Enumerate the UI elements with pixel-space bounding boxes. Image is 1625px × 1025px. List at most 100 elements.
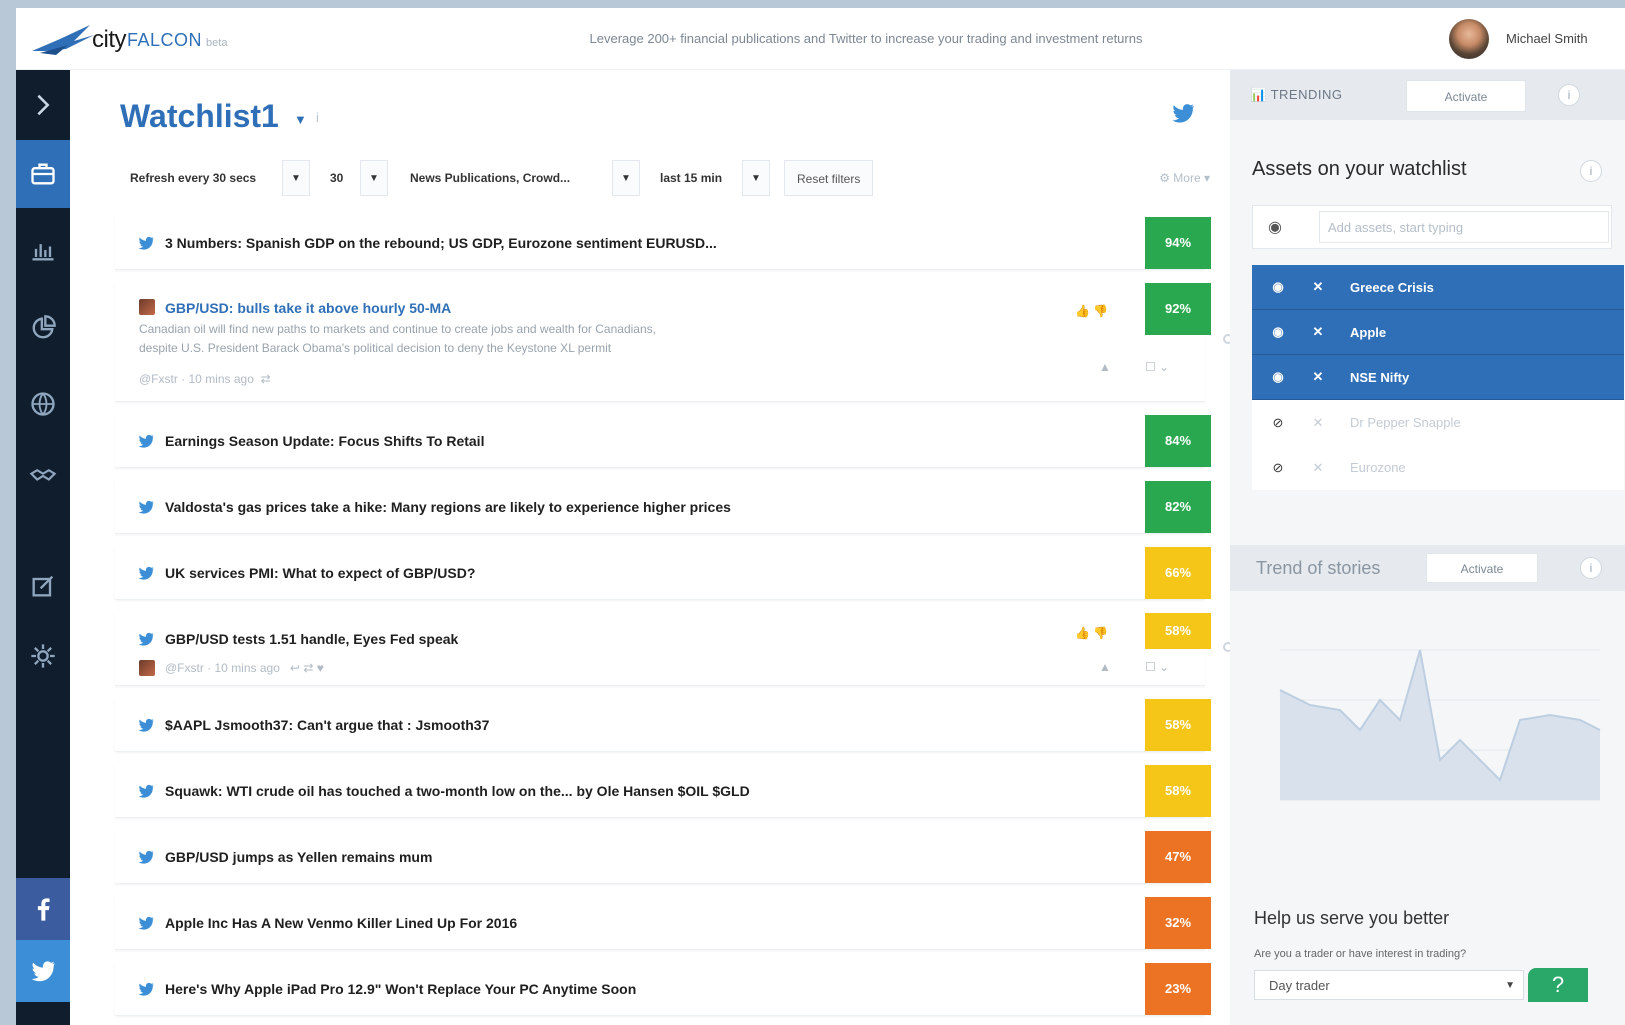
trader-type-select[interactable]: Day trader ▼ — [1254, 970, 1524, 1000]
trend-stories-bar: Trend of stories Activate i — [1230, 545, 1625, 591]
asset-name: Greece Crisis — [1350, 279, 1434, 295]
twitter-icon — [138, 916, 154, 930]
remove-icon[interactable]: ✕ — [1298, 324, 1338, 340]
vote-icons[interactable]: 👍 👎 — [1075, 626, 1108, 640]
user-avatar[interactable] — [1449, 19, 1489, 59]
trend-info-icon[interactable]: i — [1580, 557, 1602, 579]
alert-icon[interactable]: ▲ — [1099, 360, 1111, 374]
source-avatar — [139, 660, 155, 676]
help-chat-button[interactable]: ? — [1528, 968, 1588, 1002]
story-title[interactable]: GBP/USD jumps as Yellen remains mum — [165, 849, 432, 865]
list-item[interactable]: ◉ ✕ Greece Crisis — [1252, 265, 1624, 310]
twitter-icon — [31, 961, 55, 982]
assets-info-icon[interactable]: i — [1580, 160, 1602, 182]
story-title[interactable]: UK services PMI: What to expect of GBP/U… — [165, 565, 475, 581]
table-row[interactable]: $AAPL Jsmooth37: Can't argue that : Jsmo… — [115, 698, 1211, 752]
handshake-icon — [29, 468, 57, 481]
more-options-button[interactable]: ⚙ More ▾ — [1159, 156, 1210, 200]
sources-filter-label: News Publications, Crowd... — [400, 156, 581, 200]
alert-icon[interactable]: ▲ — [1099, 660, 1111, 674]
refresh-dropdown-button[interactable]: ▼ — [282, 160, 310, 196]
like-icon[interactable]: ♥ — [317, 661, 324, 675]
table-row[interactable]: Here's Why Apple iPad Pro 12.9" Won't Re… — [115, 962, 1211, 1016]
table-row[interactable]: Valdosta's gas prices take a hike: Many … — [115, 480, 1211, 534]
remove-icon[interactable]: ✕ — [1298, 415, 1338, 431]
remove-icon[interactable]: ✕ — [1298, 369, 1338, 385]
story-title[interactable]: Valdosta's gas prices take a hike: Many … — [165, 499, 731, 515]
app-window: city FALCON beta Leverage 200+ financial… — [16, 8, 1625, 1025]
table-row-expanded[interactable]: GBP/USD: bulls take it above hourly 50-M… — [115, 282, 1233, 402]
user-name[interactable]: Michael Smith — [1506, 31, 1588, 46]
twitter-icon — [138, 718, 154, 732]
story-title[interactable]: Squawk: WTI crude oil has touched a two-… — [165, 783, 750, 799]
retweet-icon[interactable]: ⇄ — [303, 661, 313, 675]
right-panel: 📊 TRENDING Activate i Assets on your wat… — [1230, 70, 1625, 1025]
count-dropdown-button[interactable]: ▼ — [360, 160, 388, 196]
eye-icon[interactable]: ◉ — [1258, 369, 1298, 385]
sidebar-item-markets[interactable] — [16, 374, 70, 434]
count-filter-label: 30 — [320, 156, 354, 200]
bookmark-icon[interactable]: ☐ ⌄ — [1145, 360, 1169, 374]
eye-icon[interactable]: ◉ — [1258, 279, 1298, 295]
reset-filters-button[interactable]: Reset filters — [784, 160, 874, 196]
eye-icon[interactable]: ◉ — [1258, 324, 1298, 340]
twitter-feed-icon[interactable] — [1170, 100, 1196, 126]
twitter-share-button[interactable] — [16, 940, 70, 1002]
table-row[interactable]: GBP/USD jumps as Yellen remains mum 47% — [115, 830, 1211, 884]
table-row[interactable]: Squawk: WTI crude oil has touched a two-… — [115, 764, 1211, 818]
story-title[interactable]: GBP/USD tests 1.51 handle, Eyes Fed spea… — [165, 631, 458, 647]
trending-info-icon[interactable]: i — [1558, 84, 1580, 106]
more-label: More — [1173, 171, 1201, 185]
header-tagline: Leverage 200+ financial publications and… — [589, 31, 1143, 46]
list-item[interactable]: ◉ ✕ NSE Nifty — [1252, 355, 1624, 400]
twitter-icon — [138, 434, 154, 448]
story-title[interactable]: GBP/USD: bulls take it above hourly 50-M… — [165, 300, 451, 316]
time-dropdown-button[interactable]: ▼ — [742, 160, 770, 196]
watchlist-title[interactable]: Watchlist1 — [120, 98, 279, 135]
falcon-logo-icon — [32, 25, 94, 55]
story-title[interactable]: Earnings Season Update: Focus Shifts To … — [165, 433, 484, 449]
share-icon[interactable]: ⇄ — [261, 372, 271, 386]
cityfalcon-logo[interactable]: city FALCON beta — [30, 20, 227, 60]
eye-slash-icon[interactable]: ⊘ — [1258, 460, 1298, 476]
table-row[interactable]: Apple Inc Has A New Venmo Killer Lined U… — [115, 896, 1211, 950]
expand-sidebar-button[interactable] — [16, 70, 70, 140]
table-row[interactable]: Earnings Season Update: Focus Shifts To … — [115, 414, 1211, 468]
sidebar-item-partners[interactable] — [16, 446, 70, 506]
story-title[interactable]: $AAPL Jsmooth37: Can't argue that : Jsmo… — [165, 717, 489, 733]
story-title[interactable]: Here's Why Apple iPad Pro 12.9" Won't Re… — [165, 981, 636, 997]
sidebar-item-edit[interactable] — [16, 556, 70, 616]
sources-dropdown-button[interactable]: ▼ — [612, 160, 640, 196]
list-item[interactable]: ⊘ ✕ Eurozone — [1252, 445, 1624, 490]
table-row[interactable]: UK services PMI: What to expect of GBP/U… — [115, 546, 1211, 600]
table-row[interactable]: 3 Numbers: Spanish GDP on the rebound; U… — [115, 216, 1211, 270]
trend-activate-button[interactable]: Activate — [1426, 553, 1538, 583]
story-description: Canadian oil will find new paths to mark… — [139, 320, 899, 358]
list-item[interactable]: ⊘ ✕ Dr Pepper Snapple — [1252, 400, 1624, 445]
sidebar-item-portfolio[interactable] — [16, 298, 70, 358]
asset-name: Dr Pepper Snapple — [1350, 415, 1461, 430]
asset-search-input[interactable] — [1319, 211, 1609, 243]
remove-icon[interactable]: ✕ — [1298, 279, 1338, 295]
sidebar-item-analytics[interactable] — [16, 220, 70, 280]
story-description-line2: despite U.S. President Barack Obama's po… — [139, 341, 612, 355]
sidebar-item-settings[interactable] — [16, 626, 70, 686]
eye-slash-icon[interactable]: ⊘ — [1258, 415, 1298, 431]
sidebar-item-watchlist[interactable] — [16, 140, 70, 208]
story-title[interactable]: 3 Numbers: Spanish GDP on the rebound; U… — [165, 235, 717, 251]
table-row-expanded[interactable]: GBP/USD tests 1.51 handle, Eyes Fed spea… — [115, 612, 1233, 686]
list-item[interactable]: ◉ ✕ Apple — [1252, 310, 1624, 355]
watchlist-dropdown-icon[interactable]: ▼ — [294, 112, 307, 127]
eye-icon[interactable]: ◉ — [1253, 206, 1297, 248]
remove-icon[interactable]: ✕ — [1298, 460, 1338, 476]
vote-icons[interactable]: 👍 👎 — [1075, 304, 1108, 318]
score-badge: 58% — [1145, 699, 1211, 751]
trending-activate-button[interactable]: Activate — [1406, 80, 1526, 112]
reply-icon[interactable]: ↩ — [290, 661, 300, 675]
asset-name: Apple — [1350, 324, 1387, 340]
watchlist-info-icon[interactable]: i — [316, 110, 319, 125]
tab-trending[interactable]: 📊 TRENDING — [1250, 70, 1342, 120]
facebook-share-button[interactable] — [16, 878, 70, 940]
bookmark-icon[interactable]: ☐ ⌄ — [1145, 660, 1169, 674]
story-title[interactable]: Apple Inc Has A New Venmo Killer Lined U… — [165, 915, 517, 931]
